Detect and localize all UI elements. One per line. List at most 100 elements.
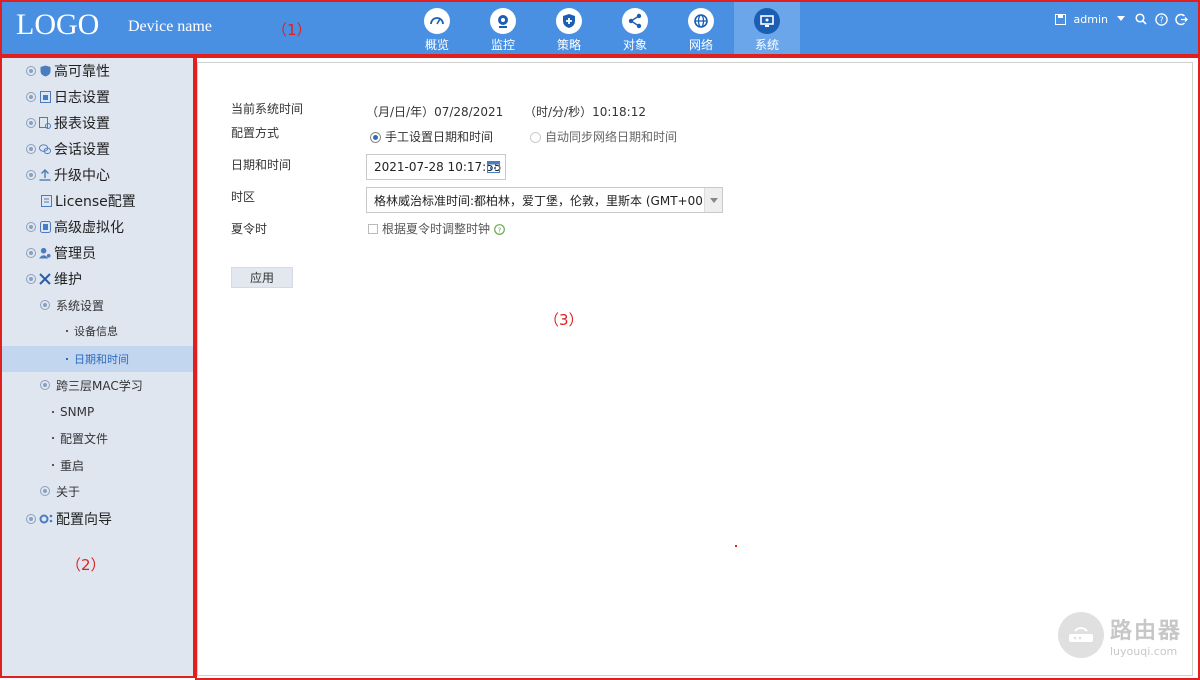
sidebar-item-label: 日期和时间	[74, 353, 129, 366]
sidebar-item-maintenance[interactable]: 维护	[2, 266, 193, 292]
datetime-input[interactable]: 2021-07-28 10:17:55	[366, 154, 506, 180]
sidebar-item-label: 报表设置	[54, 116, 110, 132]
bullet-icon	[66, 330, 68, 332]
sidebar-item-label: 高级虚拟化	[54, 220, 124, 236]
search-icon[interactable]	[1134, 12, 1148, 26]
nav-item-system[interactable]: 系统	[734, 2, 800, 54]
manual-mode-label: 手工设置日期和时间	[385, 130, 494, 144]
region-label-2: （2）	[66, 556, 106, 574]
expand-icon[interactable]	[26, 170, 36, 180]
logo: LOGO	[16, 8, 100, 41]
expand-icon[interactable]	[26, 274, 36, 284]
expand-icon[interactable]	[26, 222, 36, 232]
shield-icon	[39, 65, 51, 77]
nav-label: 网络	[688, 38, 713, 52]
nav-item-overview[interactable]: 概览	[404, 2, 470, 54]
current-time-label: 当前系统时间	[231, 102, 304, 116]
sidebar-item-session-settings[interactable]: 会话设置	[2, 136, 193, 162]
svg-text:?: ?	[497, 226, 501, 234]
router-logo-icon	[1058, 612, 1104, 658]
region-label-1: （1）	[272, 21, 312, 39]
main-nav: 概览 监控 策略 对象 网络 系统	[404, 2, 800, 54]
watermark-title: 路由器	[1110, 618, 1183, 644]
expand-icon[interactable]	[26, 118, 36, 128]
sidebar-item-mac-learning[interactable]: 跨三层MAC学习	[2, 372, 193, 398]
expand-icon[interactable]	[26, 66, 36, 76]
expand-icon[interactable]	[26, 248, 36, 258]
expand-icon[interactable]	[40, 380, 50, 390]
watermark: 路由器 luyouqi.com	[1058, 612, 1182, 658]
radio-unselected-icon	[530, 132, 541, 143]
share-nodes-icon	[622, 8, 648, 34]
auto-mode-radio[interactable]: 自动同步网络日期和时间	[530, 128, 677, 145]
dst-checkbox[interactable]: 根据夏令时调整时钟 ?	[368, 220, 505, 238]
sidebar-item-label: 配置向导	[56, 512, 112, 528]
sidebar-item-device-info[interactable]: 设备信息	[2, 318, 193, 344]
sidebar-item-label: 维护	[54, 272, 82, 288]
sidebar-item-label: SNMP	[60, 405, 95, 419]
bullet-icon	[52, 464, 54, 466]
svg-text:?: ?	[1159, 15, 1163, 24]
expand-icon[interactable]	[26, 144, 36, 154]
calendar-icon[interactable]	[487, 160, 500, 176]
sidebar-item-upgrade-center[interactable]: 升级中心	[2, 162, 193, 188]
current-date-value: （月/日/年）07/28/2021	[366, 105, 504, 119]
nav-item-policy[interactable]: 策略	[536, 2, 602, 54]
nav-label: 策略	[556, 38, 581, 52]
save-icon[interactable]	[1054, 12, 1068, 26]
dashboard-icon	[424, 8, 450, 34]
sidebar-item-date-time[interactable]: 日期和时间	[2, 346, 193, 372]
help-icon[interactable]: ?	[1154, 12, 1168, 26]
sidebar-item-config-file[interactable]: 配置文件	[2, 425, 193, 451]
expand-icon[interactable]	[40, 300, 50, 310]
nav-label: 概览	[424, 38, 449, 52]
sidebar: 高可靠性 日志设置 报表设置 会话设置 升级中心 License配置 高级虚拟化…	[0, 56, 195, 678]
sidebar-item-log-settings[interactable]: 日志设置	[2, 84, 193, 110]
sidebar-item-label: 高可靠性	[54, 64, 110, 80]
sidebar-item-label: 升级中心	[54, 168, 110, 184]
nav-item-object[interactable]: 对象	[602, 2, 668, 54]
nav-label: 监控	[490, 38, 515, 52]
wizard-icon	[39, 513, 53, 525]
user-menu[interactable]: admin	[1074, 13, 1108, 26]
datetime-label: 日期和时间	[231, 158, 292, 172]
sidebar-item-reboot[interactable]: 重启	[2, 452, 193, 478]
globe-icon	[688, 8, 714, 34]
nav-item-network[interactable]: 网络	[668, 2, 734, 54]
datetime-value: 2021-07-28 10:17:55	[374, 160, 502, 174]
sidebar-item-label: 重启	[60, 458, 85, 473]
sidebar-item-config-wizard[interactable]: 配置向导	[2, 506, 193, 532]
bullet-icon	[66, 358, 68, 360]
radio-selected-icon	[370, 132, 381, 143]
sidebar-item-admin[interactable]: 管理员	[2, 240, 193, 266]
checkbox-icon	[368, 224, 378, 234]
bullet-icon	[52, 411, 54, 413]
logout-icon[interactable]	[1174, 12, 1188, 26]
sidebar-item-about[interactable]: 关于	[2, 478, 193, 504]
sidebar-item-report-settings[interactable]: 报表设置	[2, 110, 193, 136]
chevron-down-icon[interactable]	[704, 188, 722, 212]
header-tools: admin ?	[1054, 12, 1188, 26]
dst-label: 夏令时	[231, 222, 268, 236]
sidebar-item-label: 关于	[56, 484, 81, 499]
monitor-camera-icon	[490, 8, 516, 34]
expand-icon[interactable]	[40, 486, 50, 496]
expand-icon[interactable]	[26, 514, 36, 524]
dst-option-label: 根据夏令时调整时钟	[382, 222, 491, 236]
chevron-down-icon[interactable]	[1114, 12, 1128, 26]
sidebar-item-license[interactable]: License配置	[2, 188, 193, 214]
sidebar-item-label: 日志设置	[54, 90, 110, 106]
sidebar-item-virtualization[interactable]: 高级虚拟化	[2, 214, 193, 240]
help-icon[interactable]: ?	[493, 224, 505, 238]
timezone-select[interactable]: 格林威治标准时间:都柏林，爱丁堡，伦敦，里斯本 (GMT+00:00)	[366, 187, 723, 213]
bullet-icon	[52, 437, 54, 439]
sidebar-item-snmp[interactable]: SNMP	[2, 399, 193, 425]
nav-label: 系统	[754, 38, 779, 52]
sidebar-item-system-settings[interactable]: 系统设置	[2, 292, 193, 318]
sidebar-item-high-availability[interactable]: 高可靠性	[2, 58, 193, 84]
manual-mode-radio[interactable]: 手工设置日期和时间	[370, 128, 493, 145]
expand-icon[interactable]	[26, 92, 36, 102]
log-icon	[39, 91, 51, 103]
apply-button[interactable]: 应用	[231, 267, 293, 288]
nav-item-monitor[interactable]: 监控	[470, 2, 536, 54]
